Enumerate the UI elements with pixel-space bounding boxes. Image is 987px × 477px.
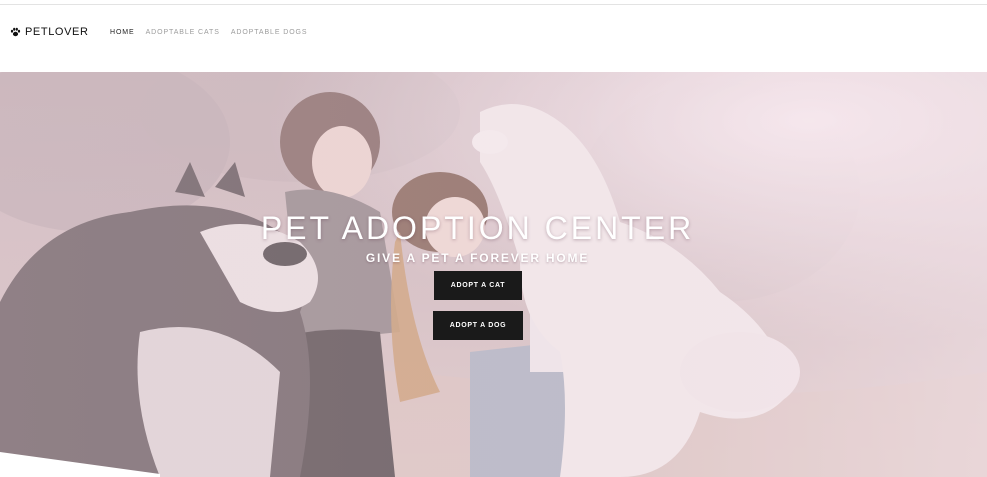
hero-title: PET ADOPTION CENTER <box>260 210 695 246</box>
hero-subtitle: GIVE A PET A FOREVER HOME <box>365 251 590 265</box>
nav-item-adoptable-dogs[interactable]: ADOPTABLE DOGS <box>231 29 308 36</box>
nav-item-adoptable-cats[interactable]: ADOPTABLE CATS <box>146 29 220 36</box>
brand-name: PETLOVER <box>25 26 89 38</box>
nav-item-home[interactable]: HOME <box>110 29 135 36</box>
paw-icon <box>10 27 21 37</box>
main-nav: HOME ADOPTABLE CATS ADOPTABLE DOGS <box>110 29 307 36</box>
adopt-dog-button[interactable]: ADOPT A DOG <box>433 311 523 340</box>
adopt-cat-button[interactable]: ADOPT A CAT <box>434 271 522 300</box>
hero-section: PET ADOPTION CENTER GIVE A PET A FOREVER… <box>0 72 987 477</box>
navbar: PETLOVER HOME ADOPTABLE CATS ADOPTABLE D… <box>0 5 987 72</box>
brand-logo[interactable]: PETLOVER <box>10 26 89 38</box>
